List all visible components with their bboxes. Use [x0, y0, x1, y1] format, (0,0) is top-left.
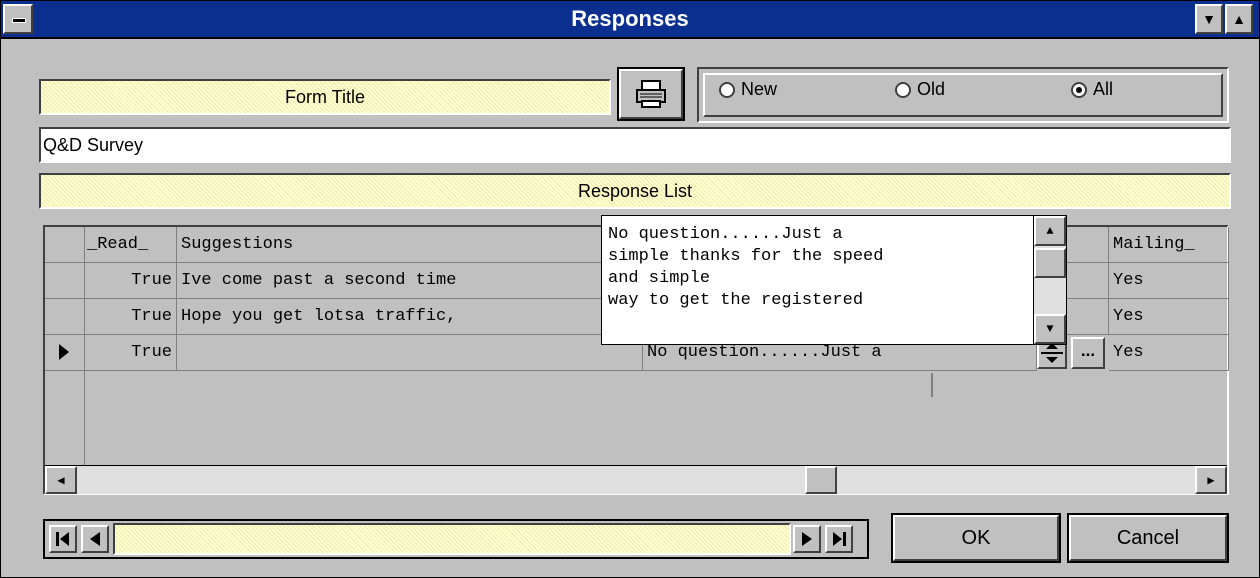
cancel-button-label: Cancel	[1069, 515, 1227, 561]
last-record-glyph	[833, 532, 846, 546]
corner-cell	[45, 227, 85, 263]
radio-all-label: All	[1093, 79, 1114, 99]
memo-line: No question......Just a	[608, 225, 843, 244]
cell-mailing[interactable]: Yes	[1109, 299, 1229, 335]
first-record-icon[interactable]	[49, 525, 77, 553]
radio-all-indicator	[1071, 81, 1087, 98]
column-header-read[interactable]: _Read_	[85, 227, 177, 263]
next-record-glyph	[802, 532, 812, 546]
row-selector-current[interactable]	[45, 335, 85, 371]
scroll-right-icon[interactable]: ▶	[1195, 466, 1227, 494]
radio-new[interactable]: New	[719, 79, 777, 100]
cell-read[interactable]: True	[85, 335, 177, 371]
memo-line: and simple	[608, 269, 711, 288]
print-button[interactable]	[617, 67, 685, 121]
form-title-field[interactable]: Q&D Survey	[39, 127, 1231, 163]
first-record-glyph	[56, 532, 69, 546]
ok-button[interactable]: OK	[891, 513, 1061, 563]
scroll-left-icon[interactable]: ◀	[45, 466, 77, 494]
responses-window: Responses ▼ ▲ Form Title New Old All Q&D…	[0, 0, 1260, 578]
row-selector[interactable]	[45, 299, 85, 335]
radio-old[interactable]: Old	[895, 79, 945, 100]
memo-vertical-scrollbar[interactable]: ▲ ▼	[1033, 216, 1066, 344]
cell-suggestions[interactable]: Hope you get lotsa traffic,	[177, 299, 643, 335]
print-icon	[636, 80, 666, 108]
memo-ellipsis-button[interactable]: ...	[1071, 337, 1105, 369]
scroll-up-icon[interactable]: ▲	[1034, 216, 1066, 246]
cell-mailing[interactable]: Yes	[1109, 335, 1229, 371]
current-row-icon	[59, 344, 69, 360]
minimize-icon[interactable]: ▼	[1195, 4, 1223, 34]
radio-old-indicator	[895, 81, 911, 98]
scroll-thumb[interactable]	[805, 466, 837, 494]
cell-mailing[interactable]: Yes	[1109, 263, 1229, 299]
horizontal-scrollbar[interactable]: ◀ ▶	[45, 465, 1227, 494]
radio-new-indicator	[719, 81, 735, 98]
text-cursor	[931, 373, 933, 397]
cancel-button[interactable]: Cancel	[1067, 513, 1229, 563]
last-record-icon[interactable]	[825, 525, 853, 553]
row-selector[interactable]	[45, 263, 85, 299]
row-selector-empty	[45, 371, 85, 465]
memo-popup-text: No question......Just a simple thanks for…	[608, 224, 1028, 312]
response-list-label: Response List	[39, 173, 1231, 209]
radio-new-label: New	[741, 79, 778, 99]
radio-all[interactable]: All	[1071, 79, 1113, 100]
prev-record-glyph	[90, 532, 100, 546]
record-position-bar[interactable]	[113, 523, 791, 555]
column-header-suggestions[interactable]: Suggestions	[177, 227, 643, 263]
cell-suggestions[interactable]	[177, 335, 643, 371]
ok-button-label: OK	[893, 515, 1059, 561]
maximize-icon[interactable]: ▲	[1225, 4, 1253, 34]
radio-old-label: Old	[917, 79, 946, 99]
memo-scroll-thumb[interactable]	[1034, 248, 1066, 278]
window-title: Responses	[571, 6, 689, 31]
form-title-label: Form Title	[39, 79, 611, 115]
title-bar: Responses ▼ ▲	[1, 1, 1259, 39]
cell-read[interactable]: True	[85, 299, 177, 335]
prev-record-icon[interactable]	[81, 525, 109, 553]
memo-line: way to get the registered	[608, 291, 864, 310]
column-header-mailing[interactable]: Mailing_	[1109, 227, 1229, 263]
cell-suggestions[interactable]: Ive come past a second time	[177, 263, 643, 299]
memo-popup[interactable]: No question......Just a simple thanks for…	[601, 215, 1067, 345]
record-navigator	[43, 519, 869, 559]
scroll-down-icon[interactable]: ▼	[1034, 314, 1066, 344]
next-record-icon[interactable]	[793, 525, 821, 553]
memo-line: simple thanks for the speed	[608, 247, 884, 266]
cell-read[interactable]: True	[85, 263, 177, 299]
